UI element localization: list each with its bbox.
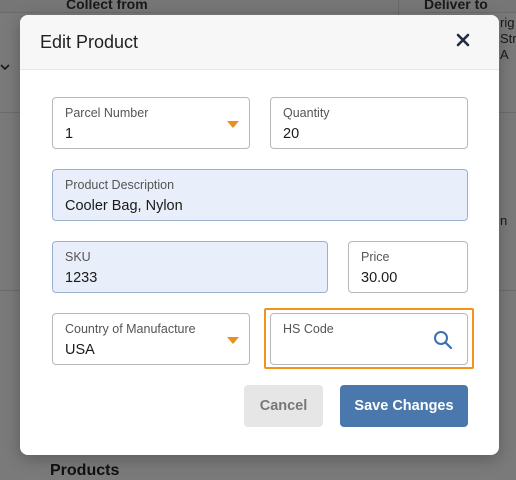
product-description-field[interactable]: Product Description Cooler Bag, Nylon (52, 169, 468, 221)
field-value: USA (65, 342, 95, 358)
sku-field[interactable]: SKU 1233 (52, 241, 328, 293)
save-changes-button[interactable]: Save Changes (340, 385, 468, 427)
cancel-button[interactable]: Cancel (244, 385, 323, 427)
field-label: SKU (65, 250, 91, 264)
price-field[interactable]: Price 30.00 (348, 241, 468, 293)
field-value: 30.00 (361, 270, 398, 286)
field-value: 1 (65, 126, 74, 142)
edit-product-dialog: Edit Product Parcel Number 1 Quantity 20… (20, 15, 499, 455)
chevron-down-icon (227, 337, 239, 344)
search-icon[interactable] (433, 330, 453, 355)
field-value: 20 (283, 126, 300, 142)
field-label: Parcel Number (65, 106, 149, 120)
close-icon (456, 33, 470, 52)
dialog-header: Edit Product (20, 15, 499, 70)
field-label: Product Description (65, 178, 175, 192)
field-label: Price (361, 250, 390, 264)
country-of-manufacture-select[interactable]: Country of Manufacture USA (52, 313, 250, 365)
field-value: Cooler Bag, Nylon (65, 198, 183, 214)
field-value: 1233 (65, 270, 98, 286)
close-button[interactable] (450, 29, 476, 55)
hs-code-field[interactable]: HS Code (270, 313, 468, 365)
chevron-down-icon (227, 121, 239, 128)
quantity-field[interactable]: Quantity 20 (270, 97, 468, 149)
field-label: Quantity (283, 106, 330, 120)
field-label: HS Code (283, 322, 334, 336)
dialog-title: Edit Product (40, 32, 139, 52)
parcel-number-select[interactable]: Parcel Number 1 (52, 97, 250, 149)
field-label: Country of Manufacture (65, 322, 196, 336)
